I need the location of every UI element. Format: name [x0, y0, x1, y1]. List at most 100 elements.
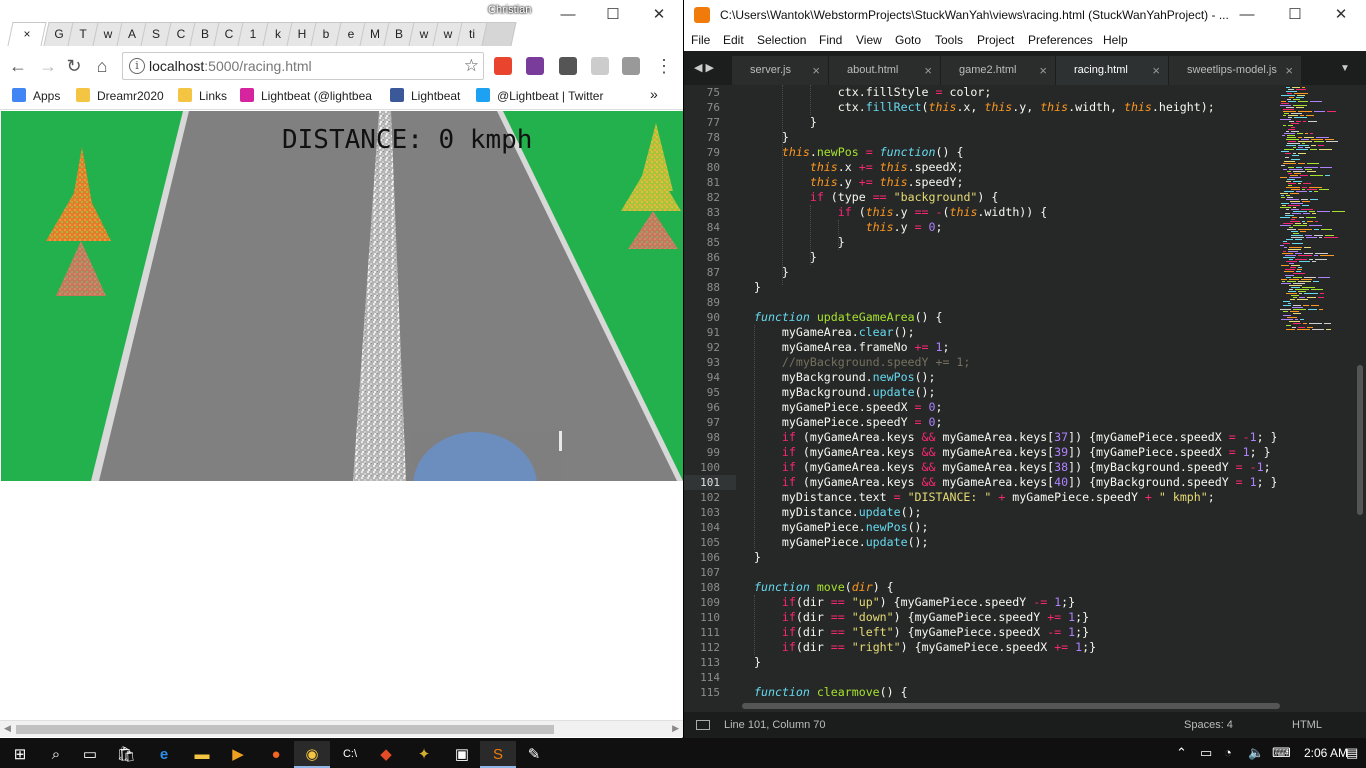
- code-editor[interactable]: 75 76 77 78 79 80 81 82 83 84 85 86 87 88 89 90 91 92 93 94…: [684, 85, 1366, 700]
- address-bar[interactable]: i localhost:5000/racing.html ☆: [122, 52, 484, 80]
- scroll-thumb[interactable]: [1357, 365, 1363, 515]
- notifications-icon[interactable]: ▤: [1346, 745, 1358, 761]
- site-info-icon[interactable]: i: [129, 58, 145, 74]
- close-window-icon[interactable]: ✕: [636, 4, 682, 26]
- battery-icon[interactable]: ▭: [1200, 745, 1212, 761]
- line-number: 78: [706, 131, 720, 144]
- chrome-window: × G Tw A S C B C 1 k Hb e M Bw w ti Christian — ☐ ✕ ← …: [0, 0, 683, 738]
- back-icon[interactable]: ←: [6, 54, 30, 78]
- volume-icon[interactable]: 🔈: [1248, 745, 1264, 761]
- vertical-scrollbar[interactable]: [1354, 85, 1366, 700]
- profile-name[interactable]: Christian: [488, 4, 531, 16]
- clock[interactable]: 2:06 AM: [1304, 746, 1348, 760]
- media-player-icon[interactable]: ▶: [220, 741, 256, 768]
- tab-nav-icon[interactable]: ◀ ▶: [694, 61, 714, 74]
- keyboard-icon[interactable]: ⌨: [1272, 745, 1291, 761]
- chrome-tab-active[interactable]: ×: [7, 22, 47, 46]
- bookmarks-bar: Apps Dreamr2020 Links Lightbeat (@lightb…: [0, 84, 683, 110]
- line-number: 106: [700, 551, 720, 564]
- tab-about-html[interactable]: about.html ×: [829, 56, 940, 85]
- bookmark-link[interactable]: @Lightbeat | Twitter: [476, 88, 603, 103]
- minimize-icon[interactable]: —: [1224, 4, 1270, 26]
- menu-preferences[interactable]: Preferences: [1028, 33, 1093, 47]
- minimize-icon[interactable]: —: [545, 4, 591, 26]
- close-tab-icon[interactable]: ×: [1039, 56, 1047, 85]
- extension-icon[interactable]: [526, 57, 544, 75]
- search-icon[interactable]: ⌕: [38, 741, 74, 768]
- extension-icon[interactable]: [559, 57, 577, 75]
- new-tab-button[interactable]: [481, 22, 517, 46]
- tab-game2-html[interactable]: game2.html ×: [941, 56, 1055, 85]
- syntax-setting[interactable]: HTML: [1292, 719, 1322, 731]
- extension-icon[interactable]: [591, 57, 609, 75]
- cmd-icon[interactable]: C:\: [332, 741, 368, 768]
- file-explorer-icon[interactable]: ▬: [184, 741, 220, 768]
- bookmark-link[interactable]: Lightbeat: [390, 88, 460, 103]
- extension-icon[interactable]: [494, 57, 512, 75]
- task-view-icon[interactable]: ▭: [72, 741, 108, 768]
- extension-icon[interactable]: [622, 57, 640, 75]
- bookmark-folder[interactable]: Links: [178, 88, 227, 103]
- close-tab-icon[interactable]: ×: [924, 56, 932, 85]
- home-icon[interactable]: ⌂: [90, 54, 114, 78]
- close-tab-icon[interactable]: ×: [812, 56, 820, 85]
- maximize-icon[interactable]: ☐: [1272, 4, 1318, 26]
- tab-racing-html[interactable]: racing.html ×: [1056, 56, 1168, 85]
- indentation-setting[interactable]: Spaces: 4: [1184, 719, 1233, 731]
- tab-server-js[interactable]: server.js ×: [732, 56, 828, 85]
- bookmark-star-icon[interactable]: ☆: [464, 56, 479, 76]
- scroll-thumb[interactable]: [16, 725, 554, 734]
- bookmarks-overflow-icon[interactable]: »: [650, 86, 658, 102]
- panel-toggle-icon[interactable]: [696, 720, 710, 730]
- minimap-line: [1283, 243, 1290, 244]
- minimap-line: [1287, 281, 1296, 282]
- code-area[interactable]: ctx.fillStyle = color; ctx.fillRect(this…: [754, 85, 1276, 700]
- menu-project[interactable]: Project: [977, 33, 1014, 47]
- terminal-icon[interactable]: ▣: [444, 741, 480, 768]
- close-tab-icon[interactable]: ×: [1285, 56, 1293, 85]
- maximize-icon[interactable]: ☐: [590, 4, 636, 26]
- minimap-line: [1312, 261, 1316, 262]
- menu-tools[interactable]: Tools: [935, 33, 963, 47]
- paint-icon[interactable]: ✎: [516, 741, 552, 768]
- close-tab-icon[interactable]: ×: [11, 23, 43, 45]
- menu-dots-icon[interactable]: ⋮: [652, 54, 676, 78]
- menu-help[interactable]: Help: [1103, 33, 1128, 47]
- reload-icon[interactable]: ↻: [62, 54, 86, 78]
- scroll-thumb[interactable]: [742, 703, 1280, 709]
- minimap-line: [1291, 123, 1299, 124]
- menu-file[interactable]: File: [691, 33, 710, 47]
- horizontal-scrollbar[interactable]: [684, 700, 1366, 712]
- close-tab-icon[interactable]: ×: [1152, 56, 1160, 85]
- menu-goto[interactable]: Goto: [895, 33, 921, 47]
- game-canvas[interactable]: DISTANCE: 0 kmph: [1, 111, 683, 540]
- network-icon[interactable]: ◔: [1224, 745, 1232, 760]
- scroll-left-icon[interactable]: ◀: [4, 723, 11, 734]
- git-icon[interactable]: ◆: [368, 741, 404, 768]
- close-window-icon[interactable]: ✕: [1318, 4, 1364, 26]
- code-line: myGamePiece.update();: [754, 535, 929, 549]
- minimap[interactable]: [1276, 85, 1352, 700]
- chrome-taskbar-icon[interactable]: ◉: [294, 741, 330, 768]
- code-line: if (this.y == -(this.width)) {: [837, 205, 1048, 219]
- windows-start-icon[interactable]: ⊞: [2, 741, 38, 768]
- menu-view[interactable]: View: [856, 33, 882, 47]
- store-icon[interactable]: 🛍: [108, 741, 144, 768]
- horizontal-scrollbar[interactable]: ◀ ▶: [0, 720, 683, 737]
- tab-list-icon[interactable]: ▼: [1340, 63, 1350, 74]
- menu-find[interactable]: Find: [819, 33, 842, 47]
- forward-icon[interactable]: →: [36, 54, 60, 78]
- bookmark-apps[interactable]: Apps: [12, 88, 60, 103]
- bookmark-link[interactable]: Lightbeat (@lightbea: [240, 88, 372, 103]
- firefox-icon[interactable]: ●: [258, 741, 294, 768]
- scroll-right-icon[interactable]: ▶: [672, 723, 679, 734]
- sourcetree-icon[interactable]: ✦: [406, 741, 442, 768]
- menu-edit[interactable]: Edit: [723, 33, 744, 47]
- menu-selection[interactable]: Selection: [757, 33, 806, 47]
- tab-sweetlips-model-js[interactable]: sweetlips-model.js ×: [1169, 56, 1301, 85]
- sublime-taskbar-icon[interactable]: S: [480, 741, 516, 768]
- edge-icon[interactable]: e: [146, 741, 182, 768]
- bookmark-folder[interactable]: Dreamr2020: [76, 88, 164, 103]
- line-number: 77: [706, 116, 720, 129]
- tray-expand-icon[interactable]: ⌃: [1176, 745, 1187, 761]
